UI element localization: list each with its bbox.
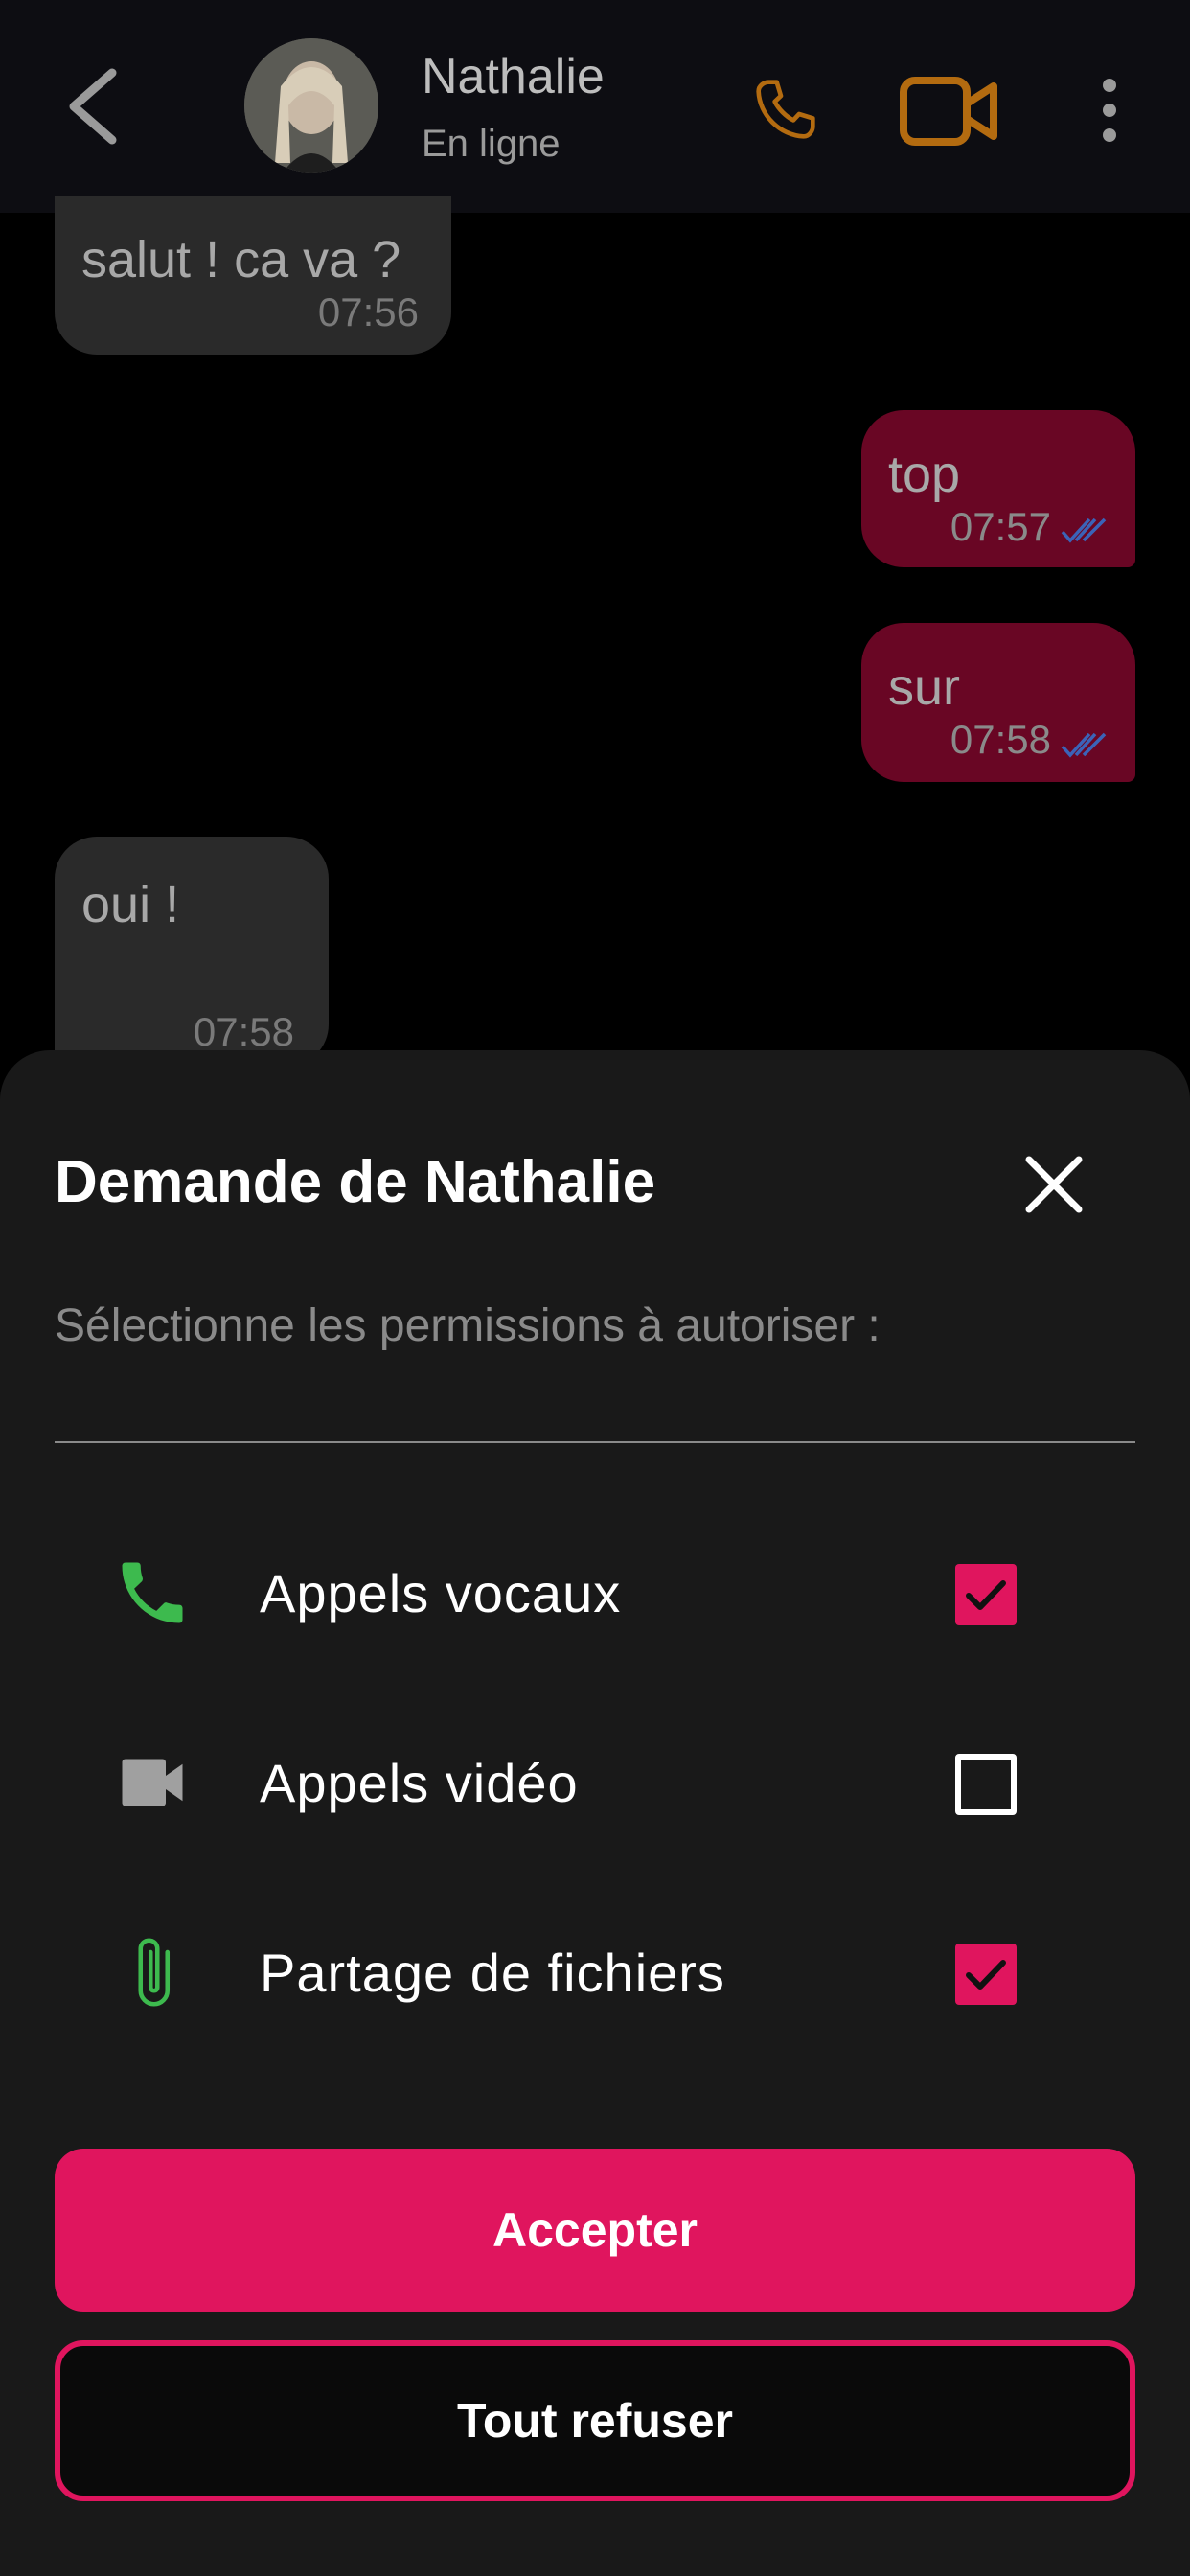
message-time: 07:58 (950, 717, 1051, 762)
avatar[interactable] (244, 38, 378, 172)
message-text: salut ! ca va ? (81, 231, 401, 288)
divider (55, 1441, 1135, 1443)
avatar-image (244, 38, 378, 172)
checkmark-icon (966, 1580, 1006, 1610)
message-text: oui ! (81, 876, 180, 933)
back-chevron-icon[interactable] (59, 63, 126, 150)
video-calls-checkbox[interactable] (955, 1754, 1017, 1815)
close-icon[interactable] (1023, 1154, 1085, 1215)
message-bubble-incoming[interactable]: salut ! ca va ? 07:56 (55, 196, 451, 355)
message-time: 07:56 (317, 289, 419, 334)
permission-label: Appels vidéo (260, 1753, 579, 1813)
permission-label: Partage de fichiers (260, 1943, 725, 2003)
message-text: top (888, 446, 961, 503)
sheet-subtitle: Sélectionne les permissions à autoriser … (55, 1300, 881, 1351)
sheet-title: Demande de Nathalie (55, 1149, 656, 1215)
permission-request-sheet: Demande de Nathalie Sélectionne les perm… (0, 1050, 1190, 2576)
message-bubble-outgoing[interactable]: top 07:57 (861, 410, 1135, 567)
message-bubble-outgoing[interactable]: sur 07:58 (861, 623, 1135, 782)
chat-header: Nathalie En ligne (0, 0, 1190, 213)
paperclip-icon (138, 1938, 171, 2007)
online-status: En ligne (422, 123, 561, 165)
phone-icon[interactable] (747, 71, 824, 148)
read-receipt-icon (1061, 518, 1107, 543)
message-bubble-incoming[interactable]: oui ! 07:58 (55, 837, 329, 1067)
read-receipt-icon (1061, 732, 1107, 758)
message-text: sur (888, 658, 961, 716)
permission-row-video-calls[interactable]: Appels vidéo (55, 1725, 1135, 1840)
checkmark-icon (966, 1960, 1006, 1990)
permission-row-voice-calls[interactable]: Appels vocaux (55, 1535, 1135, 1650)
video-camera-icon[interactable] (899, 75, 998, 148)
voice-calls-checkbox[interactable] (955, 1564, 1017, 1625)
permission-row-file-sharing[interactable]: Partage de fichiers (55, 1915, 1135, 2030)
file-sharing-checkbox[interactable] (955, 1944, 1017, 2005)
video-camera-icon (122, 1759, 183, 1806)
refuse-all-button[interactable]: Tout refuser (55, 2340, 1135, 2501)
permission-label: Appels vocaux (260, 1563, 622, 1623)
accept-button[interactable]: Accepter (55, 2149, 1135, 2312)
more-vertical-icon[interactable] (1092, 77, 1127, 144)
message-time: 07:57 (950, 504, 1051, 549)
contact-name[interactable]: Nathalie (422, 48, 605, 105)
message-time: 07:58 (193, 1009, 294, 1054)
phone-icon (122, 1562, 183, 1623)
